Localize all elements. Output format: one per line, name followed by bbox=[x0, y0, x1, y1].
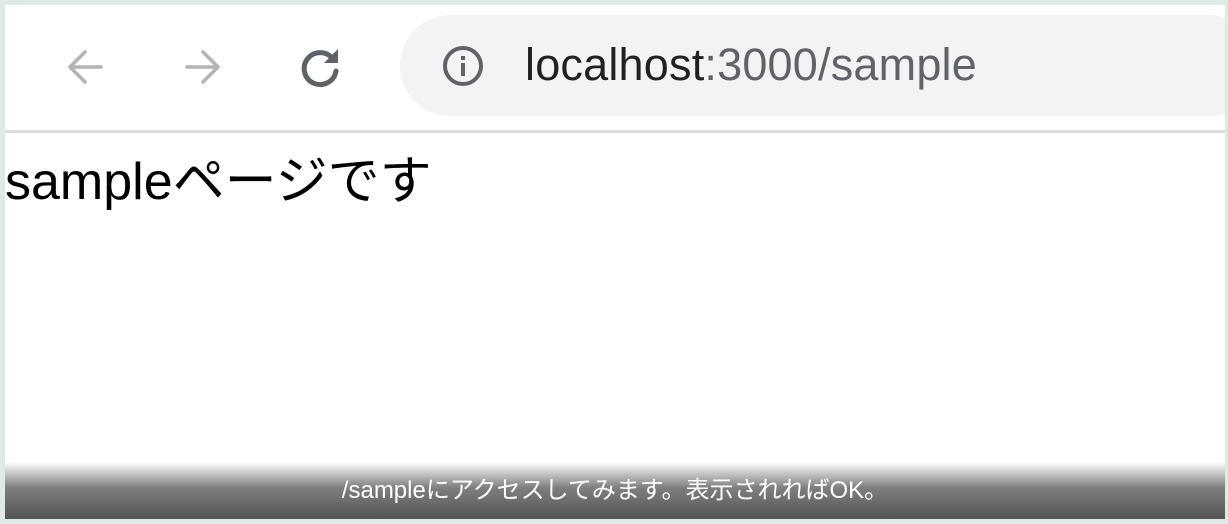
forward-button[interactable] bbox=[175, 39, 231, 95]
browser-toolbar: localhost:3000/sample bbox=[5, 5, 1225, 133]
url-text[interactable]: localhost:3000/sample bbox=[525, 39, 977, 91]
reload-button[interactable] bbox=[292, 39, 348, 95]
reload-icon bbox=[301, 49, 339, 88]
arrow-left-icon bbox=[68, 50, 103, 84]
caption-bar: /sampleにアクセスしてみます。表示されればOK。 bbox=[5, 462, 1225, 519]
back-button[interactable] bbox=[57, 39, 113, 95]
info-icon[interactable] bbox=[442, 45, 484, 87]
url-path: :3000/sample bbox=[704, 39, 977, 90]
arrow-right-icon bbox=[185, 50, 220, 84]
browser-window: localhost:3000/sample sampleページです /sampl… bbox=[5, 5, 1225, 519]
caption-text: /sampleにアクセスしてみます。表示されればOK。 bbox=[341, 477, 889, 504]
url-host: localhost bbox=[525, 39, 705, 90]
page-heading: sampleページです bbox=[5, 153, 432, 211]
address-bar[interactable]: localhost:3000/sample bbox=[400, 15, 1225, 116]
